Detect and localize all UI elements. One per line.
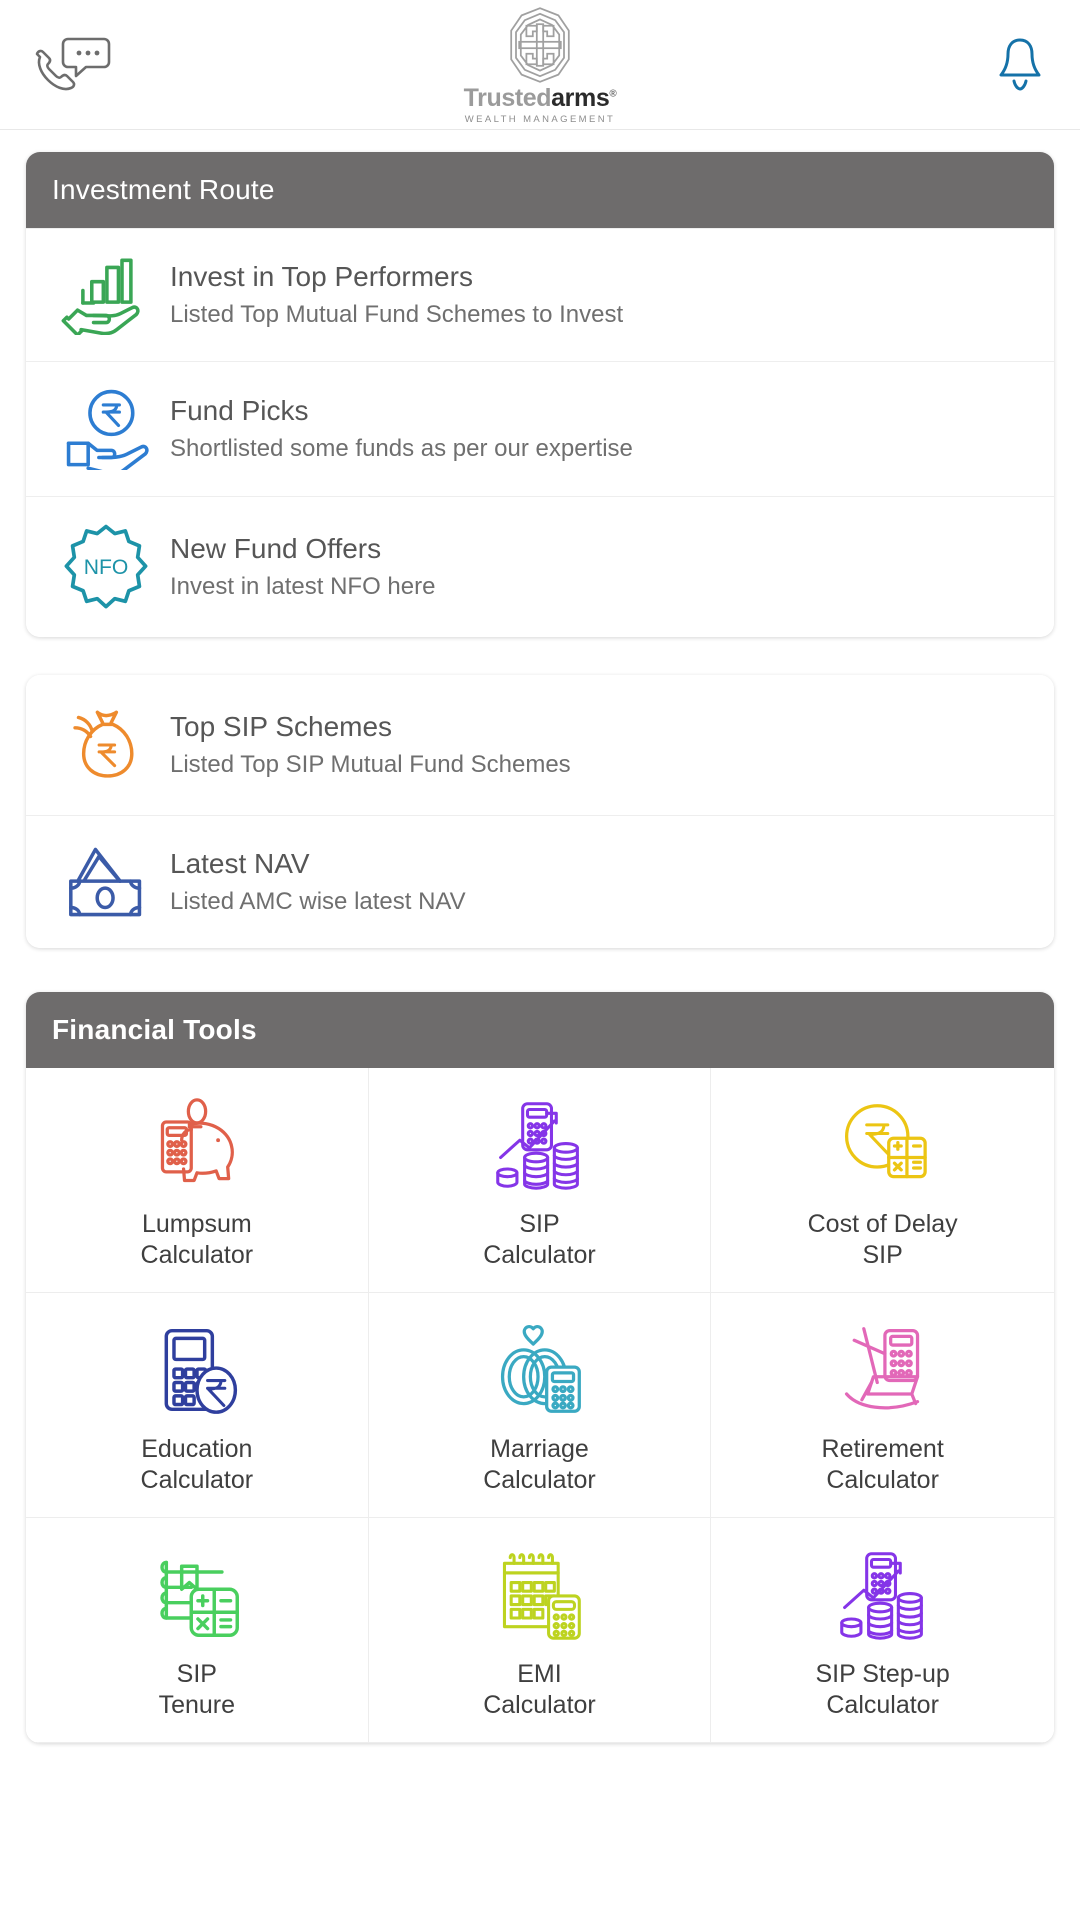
list-item-text: Invest in Top Performers Listed Top Mutu… <box>164 260 1032 330</box>
brand-wordmark: Trustedarms® <box>463 83 617 112</box>
secondary-list-card: Top SIP Schemes Listed Top SIP Mutual Fu… <box>26 675 1054 948</box>
nfo-badge-icon: NFO <box>48 523 164 611</box>
header-right <box>896 35 1046 95</box>
tool-marriage-calculator[interactable]: Marriage Calculator <box>368 1293 712 1518</box>
financial-tools-title: Financial Tools <box>52 1014 257 1045</box>
tool-retirement-calculator[interactable]: Retirement Calculator <box>711 1293 1054 1518</box>
tool-label: Marriage Calculator <box>483 1435 596 1494</box>
list-item-text: Fund Picks Shortlisted some funds as per… <box>164 394 1032 464</box>
list-item-subtitle: Shortlisted some funds as per our expert… <box>170 435 633 463</box>
tool-label: SIP Calculator <box>483 1210 596 1269</box>
investment-route-header: Investment Route <box>26 152 1054 228</box>
tool-sip-calculator[interactable]: SIP Calculator <box>368 1068 712 1293</box>
brand-part1: Trusted <box>463 83 552 112</box>
list-item-subtitle: Invest in latest NFO here <box>170 573 436 601</box>
list-item-title: New Fund Offers <box>170 532 382 564</box>
list-item-text: Top SIP Schemes Listed Top SIP Mutual Fu… <box>164 710 1032 780</box>
app-screen: Trustedarms® WEALTH MANAGEMENT Investmen… <box>0 0 1080 1920</box>
list-item[interactable]: NFO New Fund Offers Invest in latest NFO… <box>26 496 1054 637</box>
hand-bar-chart-icon <box>48 255 164 335</box>
brand-tagline: WEALTH MANAGEMENT <box>464 113 616 125</box>
tool-label: SIP Step-up Calculator <box>815 1660 950 1719</box>
calculator-coins-arrow-icon <box>491 1093 587 1197</box>
list-item-text: Latest NAV Listed AMC wise latest NAV <box>164 847 1032 917</box>
investment-route-card: Investment Route Invest in Top Performer… <box>26 152 1054 637</box>
financial-tools-card: Financial Tools Lumpsum Calculator SIP C… <box>26 992 1054 1743</box>
app-header: Trustedarms® WEALTH MANAGEMENT <box>0 0 1080 130</box>
tool-label: EMI Calculator <box>483 1660 596 1719</box>
tool-sip-tenure[interactable]: SIP Tenure <box>26 1518 369 1743</box>
tool-label: Education Calculator <box>140 1435 254 1494</box>
list-item[interactable]: Latest NAV Listed AMC wise latest NAV <box>26 815 1054 948</box>
financial-tools-grid: Lumpsum Calculator SIP Calculator Cost o… <box>26 1068 1054 1743</box>
list-item[interactable]: Top SIP Schemes Listed Top SIP Mutual Fu… <box>26 675 1054 815</box>
list-item[interactable]: Invest in Top Performers Listed Top Mutu… <box>26 228 1054 361</box>
tool-label: SIP Tenure <box>158 1660 236 1719</box>
list-item-subtitle: Listed AMC wise latest NAV <box>170 888 466 916</box>
page-body: Investment Route Invest in Top Performer… <box>0 130 1080 1920</box>
book-calculator-icon <box>149 1543 245 1647</box>
tool-label: Cost of Delay SIP <box>807 1210 958 1269</box>
investment-route-title: Investment Route <box>52 174 275 205</box>
financial-tools-header: Financial Tools <box>26 992 1054 1068</box>
tool-sip-step-up-calculator[interactable]: SIP Step-up Calculator <box>711 1518 1054 1743</box>
trustedarms-emblem-icon <box>500 5 580 85</box>
brand-registered: ® <box>609 88 617 100</box>
list-item-title: Top SIP Schemes <box>170 710 393 742</box>
list-item-title: Invest in Top Performers <box>170 260 473 292</box>
calculator-coins-arrow-icon <box>835 1543 931 1647</box>
money-bag-rupee-icon <box>48 701 164 789</box>
phone-chat-icon[interactable] <box>34 33 112 97</box>
rocking-chair-icon <box>835 1318 931 1422</box>
list-item-title: Latest NAV <box>170 847 310 879</box>
calculator-rupee-coin-icon <box>149 1318 245 1422</box>
rings-heart-calculator-icon <box>491 1318 587 1422</box>
rupee-coin-calculator-icon <box>835 1093 931 1197</box>
tool-education-calculator[interactable]: Education Calculator <box>26 1293 369 1518</box>
list-item-subtitle: Listed Top Mutual Fund Schemes to Invest <box>170 301 624 329</box>
calendar-calculator-icon <box>491 1543 587 1647</box>
hand-rupee-coin-icon <box>48 388 164 470</box>
brand-part2: arms <box>551 83 610 112</box>
list-item-title: Fund Picks <box>170 394 309 426</box>
banknotes-icon <box>48 842 164 922</box>
tool-label: Retirement Calculator <box>821 1435 944 1494</box>
list-item-subtitle: Listed Top SIP Mutual Fund Schemes <box>170 751 571 779</box>
tool-emi-calculator[interactable]: EMI Calculator <box>368 1518 712 1743</box>
list-item[interactable]: Fund Picks Shortlisted some funds as per… <box>26 361 1054 496</box>
tool-label: Lumpsum Calculator <box>140 1210 254 1269</box>
piggy-bank-calculator-icon <box>149 1093 245 1197</box>
bell-icon[interactable] <box>994 35 1046 95</box>
list-item-text: New Fund Offers Invest in latest NFO her… <box>164 532 1032 602</box>
tool-cost-of-delay-sip[interactable]: Cost of Delay SIP <box>711 1068 1054 1293</box>
header-left <box>34 33 184 97</box>
tool-lumpsum-calculator[interactable]: Lumpsum Calculator <box>26 1068 369 1293</box>
nfo-badge-text: NFO <box>84 556 129 579</box>
